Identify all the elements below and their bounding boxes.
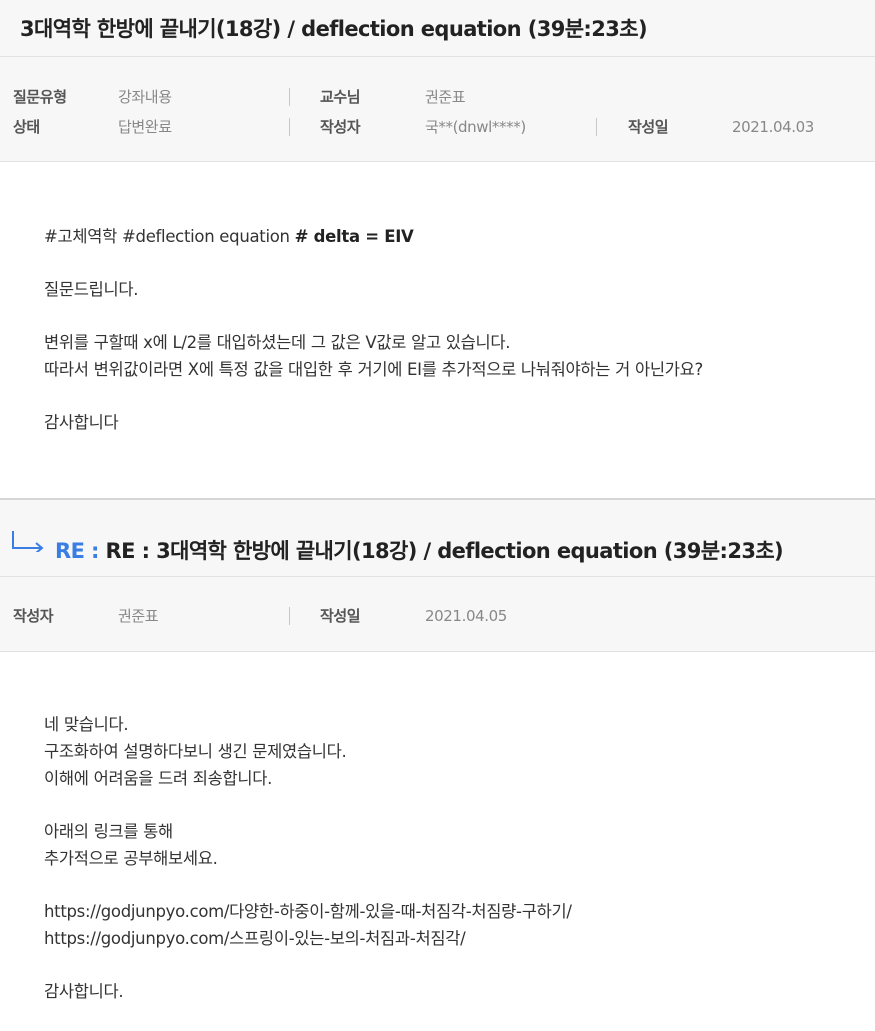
date-value: 2021.04.03 xyxy=(732,118,814,136)
tags-line: #고체역학 #deflection equation # delta = EIV xyxy=(44,223,703,250)
status-value: 답변완료 xyxy=(118,118,172,136)
meta-row-2: 상태 답변완료 작성자 국**(dnwl****) 작성일 2021.04.03 xyxy=(0,115,875,139)
author-value: 국**(dnwl****) xyxy=(425,118,526,136)
question-title: 3대역학 한방에 끝내기(18강) / deflection equation … xyxy=(20,17,648,41)
question-line: 변위를 구할때 x에 L/2를 대입하셨는데 그 값은 V값로 알고 있습니다. xyxy=(44,333,511,352)
divider xyxy=(289,88,290,106)
type-value: 강좌내용 xyxy=(118,88,172,106)
divider xyxy=(596,118,597,136)
date-label: 작성일 xyxy=(628,118,669,136)
type-label: 질문유형 xyxy=(13,88,67,106)
divider xyxy=(289,607,290,625)
reply-line: 구조화하여 설명하다보니 생긴 문제였습니다. xyxy=(44,742,347,761)
link-text: https://godjunpyo.com/다양한-하중이-함께-있을-때-처짐… xyxy=(44,902,572,921)
reply-meta: 작성자 권준표 작성일 2021.04.05 xyxy=(0,577,875,652)
link-text: https://godjunpyo.com/스프링이-있는-보의-처짐과-처짐각… xyxy=(44,929,466,948)
reply-line: 네 맞습니다. xyxy=(44,715,129,734)
reply-body: 네 맞습니다. 구조화하여 설명하다보니 생긴 문제였습니다. 이해에 어려움을… xyxy=(44,711,572,1005)
reply-title-bar: RE : RE : 3대역학 한방에 끝내기(18강) / deflection… xyxy=(0,500,875,577)
question-line: 감사합니다 xyxy=(44,413,119,432)
reply-arrow-icon xyxy=(12,531,44,552)
question-body: #고체역학 #deflection equation # delta = EIV… xyxy=(44,223,703,436)
reply-date-value: 2021.04.05 xyxy=(425,607,507,625)
reply-date-label: 작성일 xyxy=(320,607,361,625)
reply-title: RE : RE : 3대역학 한방에 끝내기(18강) / deflection… xyxy=(55,535,784,565)
question-meta: 질문유형 강좌내용 교수님 권준표 상태 답변완료 작성자 국**(dnwl**… xyxy=(0,57,875,162)
reply-line: 감사합니다. xyxy=(44,982,124,1001)
status-label: 상태 xyxy=(13,118,40,136)
reply-meta-row: 작성자 권준표 작성일 2021.04.05 xyxy=(0,604,875,628)
professor-value: 권준표 xyxy=(425,88,466,106)
author-label: 작성자 xyxy=(320,118,361,136)
reply-line: 추가적으로 공부해보세요. xyxy=(44,849,218,868)
reply-author-label: 작성자 xyxy=(13,607,54,625)
question-title-bar: 3대역학 한방에 끝내기(18강) / deflection equation … xyxy=(0,0,875,57)
re-prefix: RE : xyxy=(55,539,99,563)
reply-line: 아래의 링크를 통해 xyxy=(44,822,173,841)
divider xyxy=(289,118,290,136)
reply-author-value: 권준표 xyxy=(118,607,159,625)
reply-line: 이해에 어려움을 드려 죄송합니다. xyxy=(44,769,273,788)
meta-row-1: 질문유형 강좌내용 교수님 권준표 xyxy=(0,85,875,109)
professor-label: 교수님 xyxy=(320,88,361,106)
reply-title-text: RE : 3대역학 한방에 끝내기(18강) / deflection equa… xyxy=(105,539,784,563)
tags-text: #고체역학 #deflection equation xyxy=(44,227,295,246)
tags-formula: # delta = EIV xyxy=(294,227,414,246)
question-line: 질문드립니다. xyxy=(44,280,139,299)
question-line: 따라서 변위값이라면 X에 특정 값을 대입한 후 거기에 EI를 추가적으로 … xyxy=(44,360,703,379)
